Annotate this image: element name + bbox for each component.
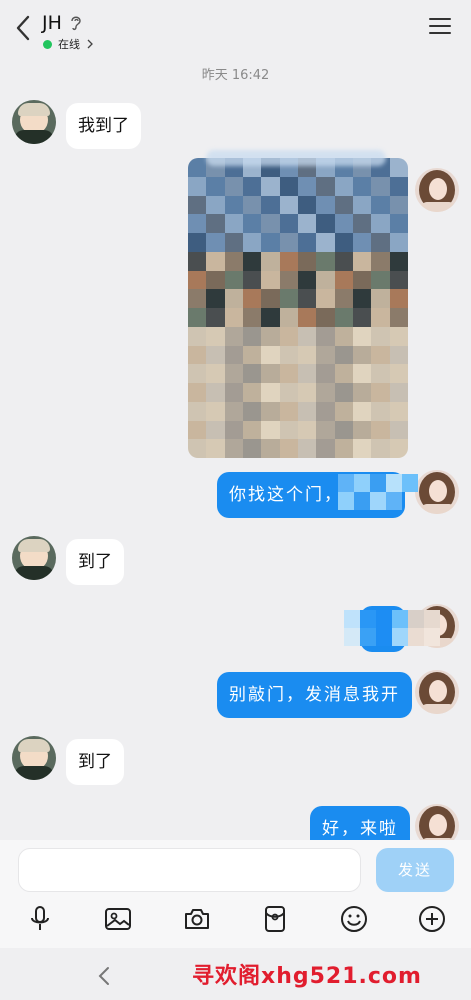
contact-avatar[interactable] xyxy=(12,536,56,580)
message-bubble-left[interactable]: 我到了 xyxy=(66,103,141,149)
send-button[interactable]: 发送 xyxy=(376,848,454,892)
my-avatar[interactable] xyxy=(415,470,459,514)
microphone-icon[interactable] xyxy=(25,904,55,934)
my-avatar[interactable] xyxy=(415,670,459,714)
composer: 发送 xyxy=(0,840,471,948)
message-bubble-right[interactable]: 别敲门，发消息我开 xyxy=(217,672,412,718)
image-icon[interactable] xyxy=(103,904,133,934)
pixelated-photo xyxy=(188,158,408,458)
online-status[interactable]: 在线 xyxy=(43,36,94,52)
status-text: 在线 xyxy=(58,38,80,51)
back-arrow-icon[interactable] xyxy=(12,14,36,42)
censored-text-block xyxy=(344,628,440,646)
menu-icon[interactable] xyxy=(429,18,451,36)
message-input[interactable] xyxy=(18,848,361,892)
image-edge-blur xyxy=(206,150,386,166)
message-bubble-left[interactable]: 到了 xyxy=(66,739,124,785)
online-dot-icon xyxy=(43,39,52,49)
contact-avatar[interactable] xyxy=(12,736,56,780)
censored-text-block xyxy=(338,474,418,492)
chat-header: JH 在线 xyxy=(0,0,471,60)
my-avatar[interactable] xyxy=(415,168,459,212)
contact-avatar[interactable] xyxy=(12,100,56,144)
watermark-text: 寻欢阁xhg521.com xyxy=(192,964,422,989)
nav-back-icon[interactable] xyxy=(96,966,112,986)
ear-icon xyxy=(71,16,81,31)
red-packet-icon[interactable] xyxy=(260,904,290,934)
contact-name[interactable]: JH xyxy=(42,12,62,34)
emoji-icon[interactable] xyxy=(339,904,369,934)
censored-text-block xyxy=(338,492,402,510)
message-bubble-left[interactable]: 到了 xyxy=(66,539,124,585)
chevron-right-icon xyxy=(87,39,93,49)
plus-icon[interactable] xyxy=(417,904,447,934)
camera-icon[interactable] xyxy=(182,904,212,934)
message-timestamp: 昨天 16:42 xyxy=(201,68,270,83)
image-message[interactable] xyxy=(188,158,408,458)
censored-text-block xyxy=(344,610,440,628)
